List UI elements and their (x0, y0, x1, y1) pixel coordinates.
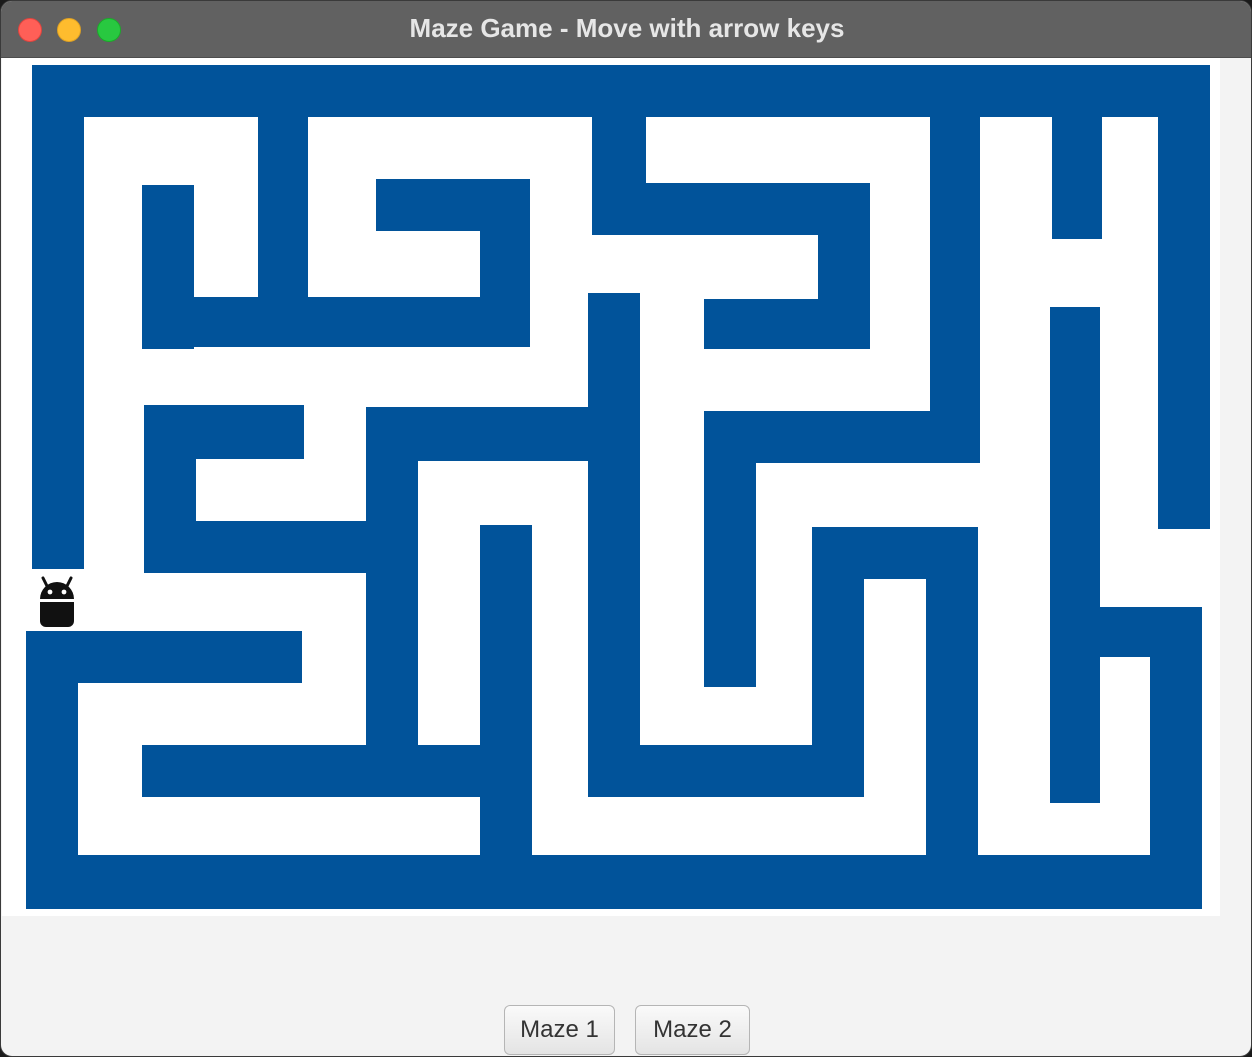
maze-canvas[interactable] (2, 58, 1220, 916)
maze-drawing (26, 65, 1210, 909)
maze-wall-segment (588, 293, 640, 797)
app-window: Maze Game - Move with arrow keys Maze 1 … (0, 0, 1252, 1057)
maze-wall-segment (26, 855, 1202, 909)
maze-wall-segment (704, 411, 756, 687)
maze-wall-segment (926, 527, 978, 909)
maze-wall-segment (142, 297, 530, 347)
maze-wall-segment (1052, 117, 1102, 239)
player-android-icon (40, 576, 74, 627)
maze-wall-segment (1158, 65, 1210, 529)
maze-wall-segment (480, 525, 532, 909)
maze-wall-segment (142, 745, 530, 797)
maze-wall-segment (32, 65, 84, 569)
maze-wall-segment (32, 65, 1210, 117)
maze-wall-segment (144, 521, 366, 573)
maze-1-button[interactable]: Maze 1 (504, 1005, 615, 1055)
maze-wall-segment (26, 631, 302, 683)
maze-wall-segment (1050, 307, 1100, 803)
maze-wall-segment (258, 117, 308, 297)
maze-2-button[interactable]: Maze 2 (635, 1005, 750, 1055)
maze-wall-segment (366, 407, 418, 745)
maze-walls (26, 65, 1210, 909)
maze-wall-segment (930, 117, 980, 411)
maze-wall-segment (480, 179, 530, 347)
maze-wall-segment (704, 299, 870, 349)
